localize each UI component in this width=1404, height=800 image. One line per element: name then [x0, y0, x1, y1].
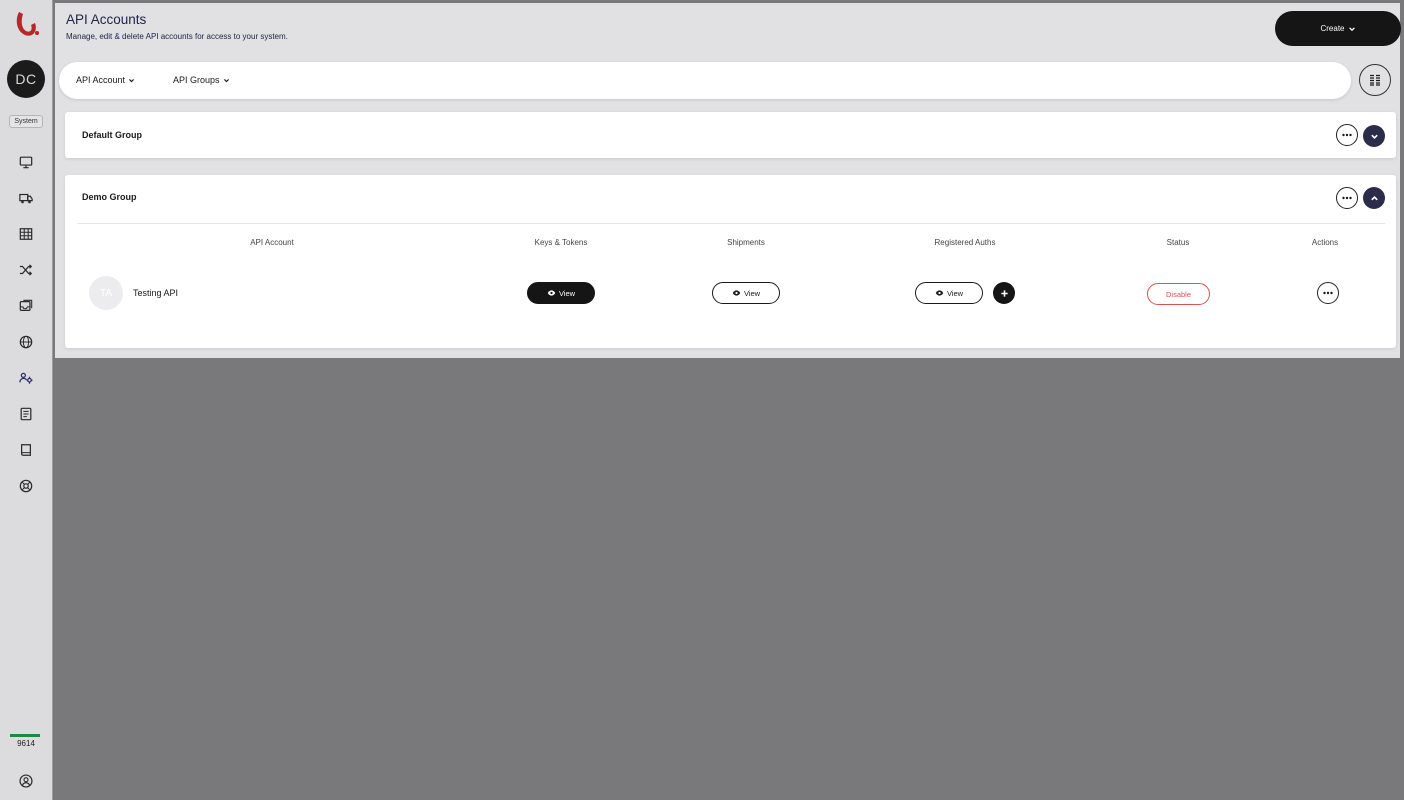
truck-icon[interactable]: [17, 189, 35, 207]
row-actions-button[interactable]: [1317, 282, 1339, 304]
create-label: Create: [1320, 24, 1345, 33]
group-card-demo: Demo Group API Account Keys & Tokens Shi…: [65, 175, 1396, 348]
column-header-actions: Actions: [1311, 238, 1339, 247]
columns-icon: [1370, 74, 1380, 86]
view-keys-button[interactable]: View: [527, 282, 595, 304]
more-horizontal-icon: [1323, 291, 1333, 295]
user-avatar[interactable]: DC: [7, 60, 45, 98]
account-icon[interactable]: [19, 774, 33, 788]
column-header-shipments: Shipments: [727, 238, 765, 247]
system-badge: System: [9, 115, 43, 128]
view-keys-label: View: [558, 288, 576, 298]
chevron-down-icon: [1348, 26, 1355, 31]
globe-icon[interactable]: [17, 333, 35, 351]
chevron-down-icon: [223, 78, 229, 82]
view-auths-button[interactable]: View: [915, 282, 983, 304]
page-title: API Accounts: [66, 12, 147, 27]
counter-indicator: [10, 734, 40, 737]
column-header-status: Status: [1166, 238, 1190, 247]
create-button[interactable]: Create: [1275, 11, 1401, 46]
card-divider: [77, 223, 1385, 224]
book-icon[interactable]: [17, 441, 35, 459]
group-collapse-button[interactable]: [1363, 187, 1385, 209]
group-card-default: Default Group: [65, 112, 1396, 158]
chevron-up-icon: [1370, 195, 1378, 200]
monitor-icon[interactable]: [17, 153, 35, 171]
column-header-registered-auths: Registered Auths: [934, 238, 996, 247]
users-settings-icon[interactable]: [17, 369, 35, 387]
account-avatar: TA: [89, 276, 123, 310]
chevron-down-icon: [1370, 134, 1378, 139]
filter-bar: API Account API Groups: [59, 62, 1351, 99]
column-header-api-account: API Account: [250, 238, 294, 247]
eye-icon: [935, 290, 944, 296]
group-title: Demo Group: [82, 192, 137, 202]
more-horizontal-icon: [1342, 133, 1352, 137]
api-groups-filter-label: API Groups: [173, 75, 220, 85]
chevron-down-icon: [129, 78, 135, 82]
api-account-filter-label: API Account: [76, 75, 126, 85]
disable-button[interactable]: Disable: [1147, 283, 1210, 305]
document-icon[interactable]: [17, 405, 35, 423]
group-title: Default Group: [82, 130, 142, 140]
eye-icon: [547, 290, 556, 296]
eye-icon: [732, 290, 741, 296]
plus-icon: [1000, 289, 1008, 297]
main-panel: API Accounts Manage, edit & delete API a…: [55, 3, 1401, 358]
table-icon[interactable]: [17, 225, 35, 243]
column-view-button[interactable]: [1359, 64, 1391, 96]
group-expand-button[interactable]: [1363, 125, 1385, 147]
add-auth-button[interactable]: [993, 282, 1015, 304]
api-account-filter[interactable]: API Account: [76, 75, 135, 85]
more-horizontal-icon: [1342, 196, 1352, 200]
group-more-button[interactable]: [1336, 187, 1358, 209]
shuffle-icon[interactable]: [17, 261, 35, 279]
group-more-button[interactable]: [1336, 124, 1358, 146]
api-groups-filter[interactable]: API Groups: [173, 75, 230, 85]
account-name[interactable]: Testing API: [133, 288, 178, 298]
sidebar: DC System 9614: [0, 0, 53, 800]
inbox-icon[interactable]: [17, 297, 35, 315]
brand-logo[interactable]: [13, 9, 41, 39]
support-icon[interactable]: [17, 477, 35, 495]
column-header-keys-tokens: Keys & Tokens: [534, 238, 588, 247]
view-shipments-button[interactable]: View: [712, 282, 780, 304]
page-subtitle: Manage, edit & delete API accounts for a…: [66, 32, 288, 41]
view-auths-label: View: [946, 288, 964, 298]
counter-value: 9614: [17, 739, 35, 748]
view-shipments-label: View: [743, 288, 761, 298]
